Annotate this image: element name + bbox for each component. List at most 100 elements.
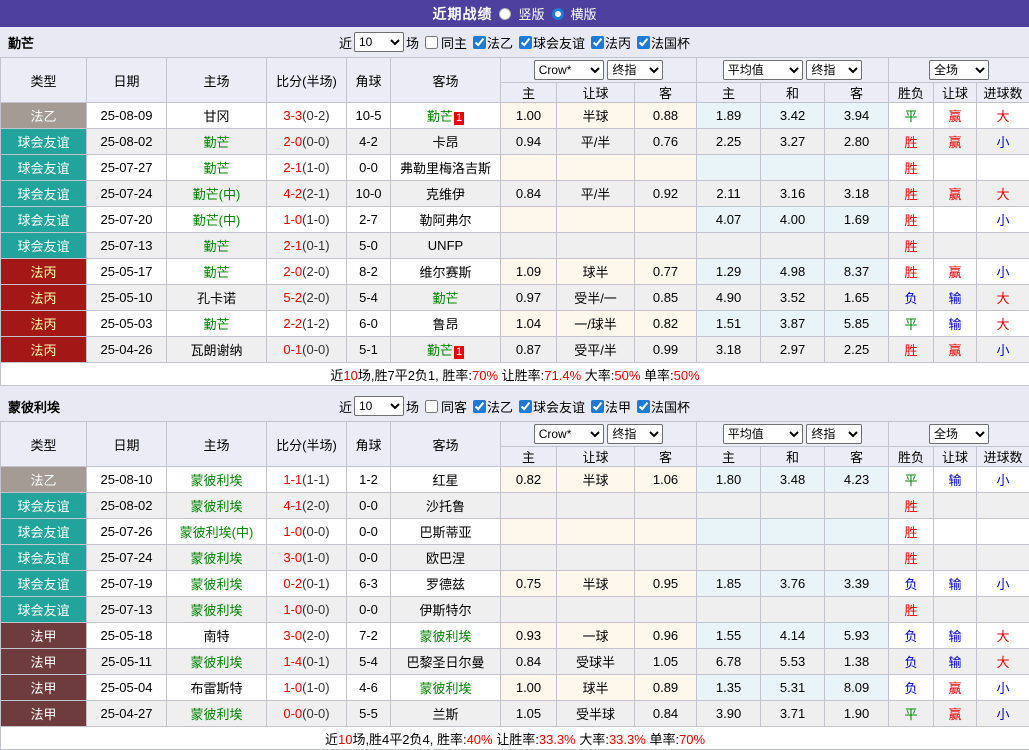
avg-away (825, 545, 889, 571)
team-label: 勤芒(中) (193, 187, 241, 202)
corner-score: 0-0 (347, 545, 391, 571)
odds-handicap (557, 155, 635, 181)
avg-home (697, 545, 761, 571)
odds-home: 0.87 (501, 337, 557, 363)
table-row: 法乙25-08-10蒙彼利埃1-1(1-1)1-2红星0.82半球1.061.8… (1, 467, 1029, 493)
odds-source-select[interactable]: Crow* (534, 60, 604, 80)
odds-handicap: 球半 (557, 675, 635, 701)
halftime-score: (2-0) (302, 628, 329, 643)
team-label: 甘冈 (203, 109, 229, 124)
avg-draw: 3.27 (761, 129, 825, 155)
scope-select[interactable]: 全场 (929, 60, 989, 80)
home-team: 蒙彼利埃 (167, 701, 267, 727)
result-goals (977, 545, 1029, 571)
match-count-select[interactable]: 10 (354, 396, 404, 416)
home-team: 勤芒 (167, 129, 267, 155)
avg-home: 1.51 (697, 311, 761, 337)
odds-source-select[interactable]: Crow* (534, 424, 604, 444)
match-type: 法丙 (1, 259, 87, 285)
odds-home (501, 155, 557, 181)
col-header-type: 类型 (1, 422, 87, 467)
avg-source-select[interactable]: 平均值 (723, 424, 803, 444)
score: 1-0(1-0) (267, 675, 347, 701)
halftime-score: (0-0) (302, 602, 329, 617)
corner-score: 5-0 (347, 233, 391, 259)
score: 2-1(0-1) (267, 233, 347, 259)
result-goals: 小 (977, 571, 1029, 597)
team-label: 巴黎圣日尔曼 (406, 655, 484, 670)
league-checkbox[interactable] (637, 36, 650, 49)
result-goals (977, 233, 1029, 259)
team-label: 勤芒 (203, 161, 229, 176)
fulltime-score: 1-0 (283, 680, 302, 695)
team-label: 蒙彼利埃 (190, 499, 242, 514)
score: 4-2(2-1) (267, 181, 347, 207)
team-label: 蒙彼利埃 (190, 603, 242, 618)
odds-away: 1.05 (635, 649, 697, 675)
table-row: 法丙25-05-10孔卡诺5-2(2-0)5-4勤芒0.97受半/一0.854.… (1, 285, 1029, 311)
horizontal-layout-radio[interactable] (552, 8, 564, 20)
team-label: 蒙彼利埃 (419, 681, 471, 696)
team-section-montpellier: 蒙彼利埃 近 10 场 同客 法乙 球会友谊 法甲 法国杯 类型 日期 主场 比… (0, 391, 1029, 750)
fulltime-score: 0-1 (283, 342, 302, 357)
team-label: 蒙彼利埃 (190, 655, 242, 670)
league-label: 法甲 (605, 397, 631, 416)
col-header-home: 主场 (167, 58, 267, 103)
avg-away: 5.85 (825, 311, 889, 337)
score: 0-1(0-0) (267, 337, 347, 363)
corner-score: 5-1 (347, 337, 391, 363)
league-checkbox[interactable] (473, 400, 486, 413)
avg-away: 5.93 (825, 623, 889, 649)
col-header-avg-draw: 和 (761, 447, 825, 467)
home-team: 蒙彼利埃 (167, 597, 267, 623)
table-row: 球会友谊25-07-26蒙彼利埃(中)1-0(0-0)0-0巴斯蒂亚胜 (1, 519, 1029, 545)
fulltime-score: 4-1 (283, 498, 302, 513)
league-label: 法国杯 (651, 397, 690, 416)
team-filter-bar: 蒙彼利埃 近 10 场 同客 法乙 球会友谊 法甲 法国杯 (0, 391, 1029, 421)
league-checkbox[interactable] (519, 400, 532, 413)
avg-draw (761, 155, 825, 181)
vertical-layout-radio[interactable] (499, 8, 511, 20)
same-venue-checkbox[interactable] (425, 400, 438, 413)
avg-source-select[interactable]: 平均值 (723, 60, 803, 80)
team-label: 蒙彼利埃 (190, 551, 242, 566)
table-row: 球会友谊25-07-24蒙彼利埃3-0(1-0)0-0欧巴涅胜 (1, 545, 1029, 571)
avg-kind-select[interactable]: 终指 (806, 424, 862, 444)
avg-kind-select[interactable]: 终指 (806, 60, 862, 80)
table-row: 球会友谊25-08-02勤芒2-0(0-0)4-2卡昂0.94平/半0.762.… (1, 129, 1029, 155)
league-checkbox[interactable] (519, 36, 532, 49)
league-checkbox[interactable] (637, 400, 650, 413)
same-venue-checkbox[interactable] (425, 36, 438, 49)
vertical-layout-label[interactable]: 竖版 (518, 4, 544, 23)
avg-home: 1.89 (697, 103, 761, 129)
result-outcome: 负 (889, 285, 934, 311)
match-count-select[interactable]: 10 (354, 32, 404, 52)
table-row: 球会友谊25-07-20勤芒(中)1-0(1-0)2-7勒阿弗尔4.074.00… (1, 207, 1029, 233)
odds-kind-select[interactable]: 终指 (607, 424, 663, 444)
avg-home: 1.85 (697, 571, 761, 597)
fulltime-score: 2-0 (283, 134, 302, 149)
league-checkbox[interactable] (591, 36, 604, 49)
away-team: 巴黎圣日尔曼 (391, 649, 501, 675)
corner-score: 4-6 (347, 675, 391, 701)
result-handicap: 输 (934, 571, 977, 597)
avg-home: 2.25 (697, 129, 761, 155)
result-handicap: 赢 (934, 337, 977, 363)
odds-handicap: 半球 (557, 103, 635, 129)
horizontal-layout-label[interactable]: 横版 (571, 4, 597, 23)
away-team: 卡昂 (391, 129, 501, 155)
league-checkbox[interactable] (473, 36, 486, 49)
result-goals: 大 (977, 285, 1029, 311)
league-checkbox[interactable] (591, 400, 604, 413)
result-outcome: 胜 (889, 259, 934, 285)
result-handicap: 赢 (934, 181, 977, 207)
avg-home: 1.55 (697, 623, 761, 649)
odds-kind-select[interactable]: 终指 (607, 60, 663, 80)
match-date: 25-07-20 (87, 207, 167, 233)
avg-draw: 5.53 (761, 649, 825, 675)
match-date: 25-08-02 (87, 129, 167, 155)
summary-row: 近10场,胜7平2负1, 胜率:70% 让胜率:71.4% 大率:50% 单率:… (1, 363, 1029, 386)
scope-group-header: 全场 (889, 58, 1029, 83)
scope-select[interactable]: 全场 (929, 424, 989, 444)
halftime-score: (2-0) (302, 264, 329, 279)
